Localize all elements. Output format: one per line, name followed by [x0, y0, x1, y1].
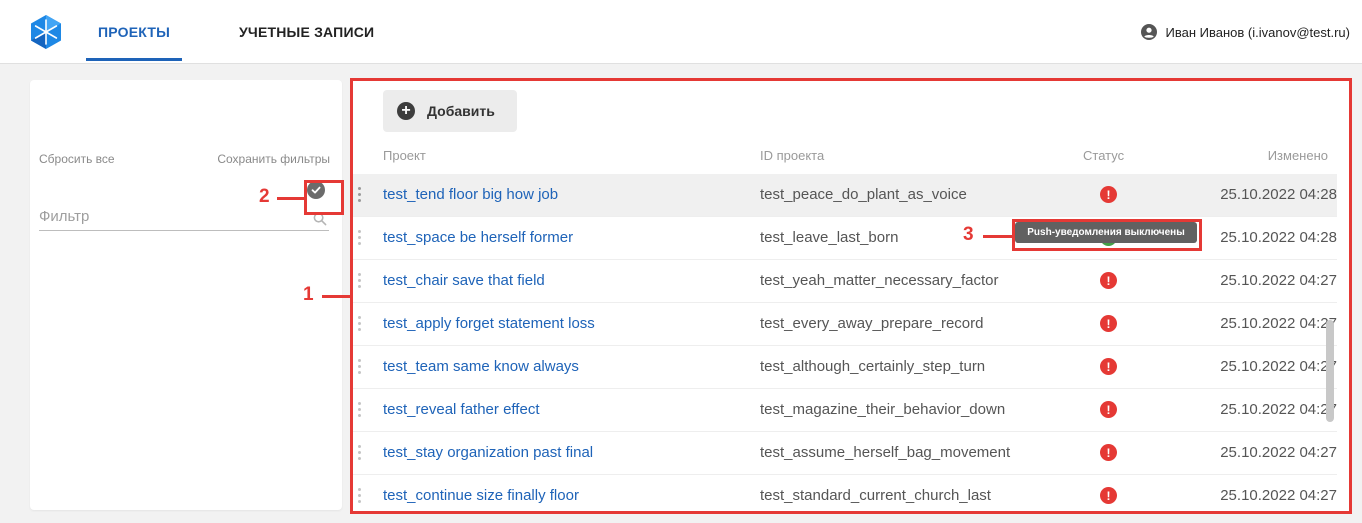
save-filters-link[interactable]: Сохранить фильтры — [217, 152, 330, 166]
projects-panel: + Добавить Проект ID проекта Статус Изме… — [352, 80, 1352, 512]
drag-handle-icon[interactable] — [358, 273, 362, 289]
project-id: test_although_certainly_step_turn — [760, 358, 986, 375]
modified-date: 25.10.2022 04:28 — [1220, 229, 1337, 246]
status-error-icon[interactable]: ! — [1100, 315, 1117, 332]
drag-handle-icon[interactable] — [358, 316, 362, 332]
drag-handle-icon[interactable] — [358, 359, 362, 375]
table-row[interactable]: test_team same know always test_although… — [352, 346, 1337, 389]
table-scrollbar[interactable] — [1326, 320, 1334, 422]
status-error-icon[interactable]: ! — [1100, 487, 1117, 504]
annotation-line-3 — [983, 235, 1012, 238]
status-tooltip: Push-уведомления выключены — [1015, 222, 1197, 243]
drag-handle-icon[interactable] — [358, 230, 362, 246]
status-error-icon[interactable]: ! — [1100, 401, 1117, 418]
add-project-button[interactable]: + Добавить — [383, 90, 517, 132]
status-error-icon[interactable]: ! — [1100, 272, 1117, 289]
modified-date: 25.10.2022 04:27 — [1220, 487, 1337, 504]
tab-accounts[interactable]: УЧЕТНЫЕ ЗАПИСИ — [239, 24, 374, 40]
reset-filters-link[interactable]: Сбросить все — [39, 152, 115, 166]
project-name-link[interactable]: test_continue size finally floor — [383, 487, 579, 504]
table-row[interactable]: test_apply forget statement loss test_ev… — [352, 303, 1337, 346]
drag-handle-icon[interactable] — [358, 402, 362, 418]
modified-date: 25.10.2022 04:27 — [1220, 401, 1337, 418]
column-header-id[interactable]: ID проекта — [760, 148, 824, 163]
plus-circle-icon: + — [397, 102, 415, 120]
project-name-link[interactable]: test_reveal father effect — [383, 401, 539, 418]
project-id: test_magazine_their_behavior_down — [760, 401, 1006, 418]
project-id: test_leave_last_born — [760, 229, 899, 246]
table-row[interactable]: test_reveal father effect test_magazine_… — [352, 389, 1337, 432]
column-header-modified[interactable]: Изменено — [1268, 148, 1328, 163]
project-id: test_assume_herself_bag_movement — [760, 444, 1011, 461]
app-logo-icon[interactable] — [28, 14, 64, 50]
user-menu[interactable]: Иван Иванов (i.ivanov@test.ru) — [1140, 24, 1350, 40]
project-name-link[interactable]: test_chair save that field — [383, 272, 545, 289]
project-id: test_standard_current_church_last — [760, 487, 991, 504]
modified-date: 25.10.2022 04:27 — [1220, 358, 1337, 375]
project-name-link[interactable]: test_apply forget statement loss — [383, 315, 595, 332]
project-name-link[interactable]: test_tend floor big how job — [383, 186, 558, 203]
drag-handle-icon[interactable] — [358, 488, 362, 504]
user-name: Иван Иванов (i.ivanov@test.ru) — [1165, 24, 1350, 40]
project-name-link[interactable]: test_space be herself former — [383, 229, 573, 246]
status-error-icon[interactable]: ! — [1100, 358, 1117, 375]
annotation-line-1 — [322, 295, 350, 298]
project-id: test_peace_do_plant_as_voice — [760, 186, 967, 203]
annotation-number-3: 3 — [963, 224, 974, 245]
table-row[interactable]: test_chair save that field test_yeah_mat… — [352, 260, 1337, 303]
project-name-link[interactable]: test_team same know always — [383, 358, 579, 375]
drag-handle-icon[interactable] — [358, 445, 362, 461]
table-row[interactable]: test_tend floor big how job test_peace_d… — [352, 174, 1337, 217]
filter-panel: Сбросить все Сохранить фильтры — [30, 80, 342, 510]
add-project-label: Добавить — [427, 103, 495, 119]
modified-date: 25.10.2022 04:27 — [1220, 444, 1337, 461]
active-tab-indicator — [86, 58, 182, 61]
table-row[interactable]: test_stay organization past final test_a… — [352, 432, 1337, 475]
modified-date: 25.10.2022 04:27 — [1220, 315, 1337, 332]
project-id: test_yeah_matter_necessary_factor — [760, 272, 999, 289]
project-id: test_every_away_prepare_record — [760, 315, 984, 332]
filter-input[interactable] — [39, 202, 329, 231]
status-error-icon[interactable]: ! — [1100, 444, 1117, 461]
tab-projects[interactable]: ПРОЕКТЫ — [98, 24, 170, 40]
annotation-line-2 — [277, 197, 304, 200]
app-header: ПРОЕКТЫ УЧЕТНЫЕ ЗАПИСИ Иван Иванов (i.iv… — [0, 0, 1362, 64]
table-row[interactable]: test_continue size finally floor test_st… — [352, 475, 1337, 512]
modified-date: 25.10.2022 04:27 — [1220, 272, 1337, 289]
project-name-link[interactable]: test_stay organization past final — [383, 444, 593, 461]
status-error-icon[interactable]: ! — [1100, 186, 1117, 203]
account-circle-icon — [1140, 24, 1157, 40]
column-header-status[interactable]: Статус — [1083, 148, 1124, 163]
annotation-number-2: 2 — [259, 186, 270, 207]
search-icon[interactable] — [313, 212, 327, 226]
annotation-number-1: 1 — [303, 284, 314, 305]
drag-handle-icon[interactable] — [358, 187, 362, 203]
save-filters-check-icon[interactable] — [307, 181, 325, 199]
modified-date: 25.10.2022 04:28 — [1220, 186, 1337, 203]
column-header-project[interactable]: Проект — [383, 148, 426, 163]
